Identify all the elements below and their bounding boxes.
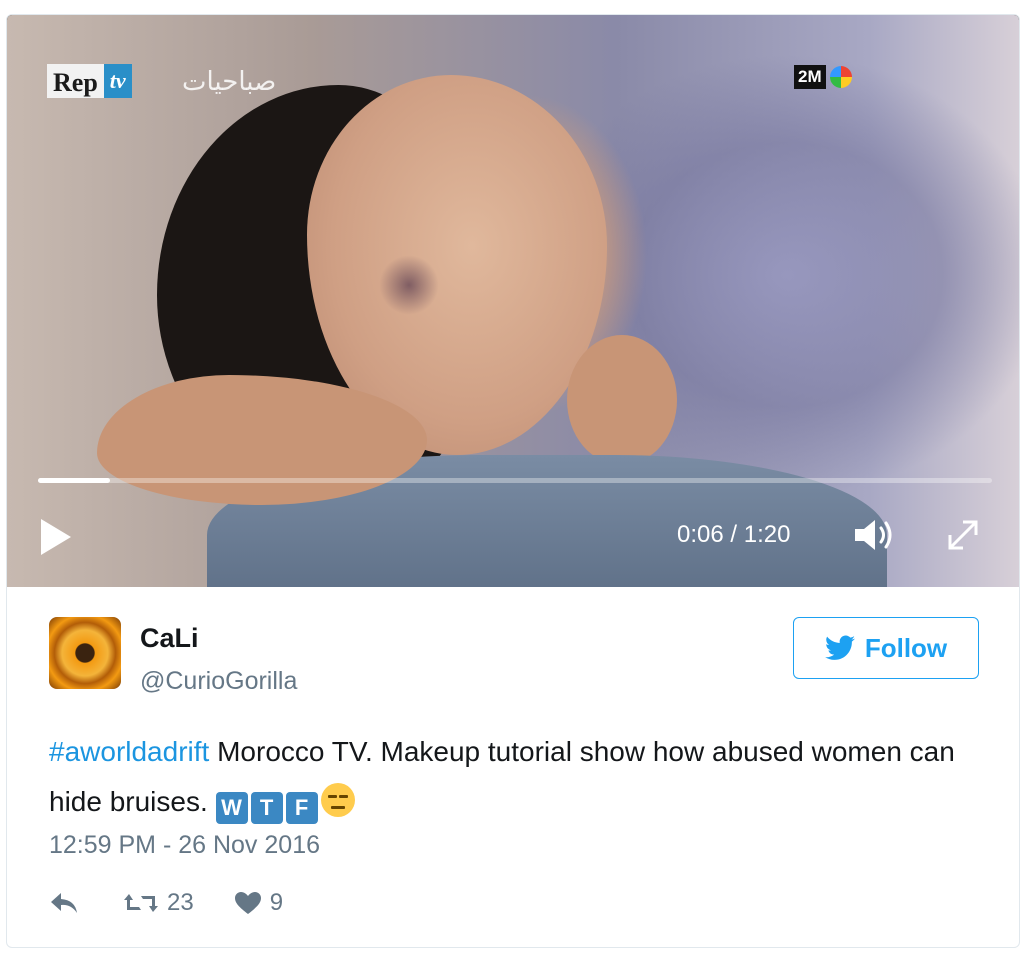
user-handle[interactable]: @CurioGorilla	[140, 667, 297, 696]
regional-indicator-t: T	[250, 792, 283, 824]
video-scene-bruise	[379, 255, 439, 315]
user-display-name[interactable]: CaLi	[140, 623, 199, 654]
unamused-face-mouth	[330, 806, 345, 809]
video-scene-hand-right	[567, 335, 677, 465]
retweet-button[interactable]: 23	[123, 889, 194, 917]
reply-button[interactable]	[49, 891, 83, 915]
retweet-icon	[124, 894, 158, 912]
volume-button[interactable]	[853, 517, 897, 553]
reply-icon	[51, 893, 77, 913]
tweet-text: #aworldadrift Morocco TV. Makeup tutoria…	[49, 727, 969, 827]
tweet-timestamp[interactable]: 12:59 PM - 26 Nov 2016	[49, 831, 320, 860]
regional-indicator-f: F	[285, 792, 318, 824]
reptv-logo-rep: Rep	[47, 64, 104, 98]
reptv-logo-tv: tv	[103, 64, 132, 98]
video-progress-fill	[38, 478, 110, 483]
play-button[interactable]	[37, 517, 73, 557]
follow-button[interactable]: Follow	[793, 617, 979, 679]
avatar[interactable]	[49, 617, 121, 689]
retweet-count: 23	[167, 889, 194, 916]
channel-logo: 2M	[794, 65, 852, 89]
reptv-logo: Rep tv	[47, 60, 132, 102]
like-count: 9	[269, 889, 284, 916]
video-time-display: 0:06 / 1:20	[677, 521, 791, 548]
show-logo: صباحيات	[182, 67, 277, 97]
video-progress-bar[interactable]	[38, 478, 992, 483]
twitter-bird-icon	[824, 635, 855, 660]
like-button[interactable]: 9	[234, 889, 283, 917]
unamused-face-icon	[320, 783, 355, 817]
channel-star-icon	[829, 66, 852, 88]
video-frame	[7, 15, 1019, 587]
tweet-actions: 23 9	[49, 885, 283, 921]
heart-icon	[234, 892, 261, 914]
volume-icon	[855, 520, 892, 550]
regional-indicator-w: W	[215, 792, 248, 824]
play-icon	[41, 519, 71, 555]
fullscreen-icon	[948, 520, 978, 550]
hashtag-link[interactable]: #aworldadrift	[49, 736, 209, 767]
channel-logo-text: 2M	[794, 65, 826, 89]
follow-label: Follow	[864, 632, 948, 663]
embedded-tweet-card: Rep tv صباحيات 2M 0:06 / 1:20 CaLi @Curi…	[6, 14, 1020, 948]
fullscreen-button[interactable]	[943, 515, 983, 555]
video-player[interactable]: Rep tv صباحيات 2M 0:06 / 1:20	[7, 15, 1019, 587]
